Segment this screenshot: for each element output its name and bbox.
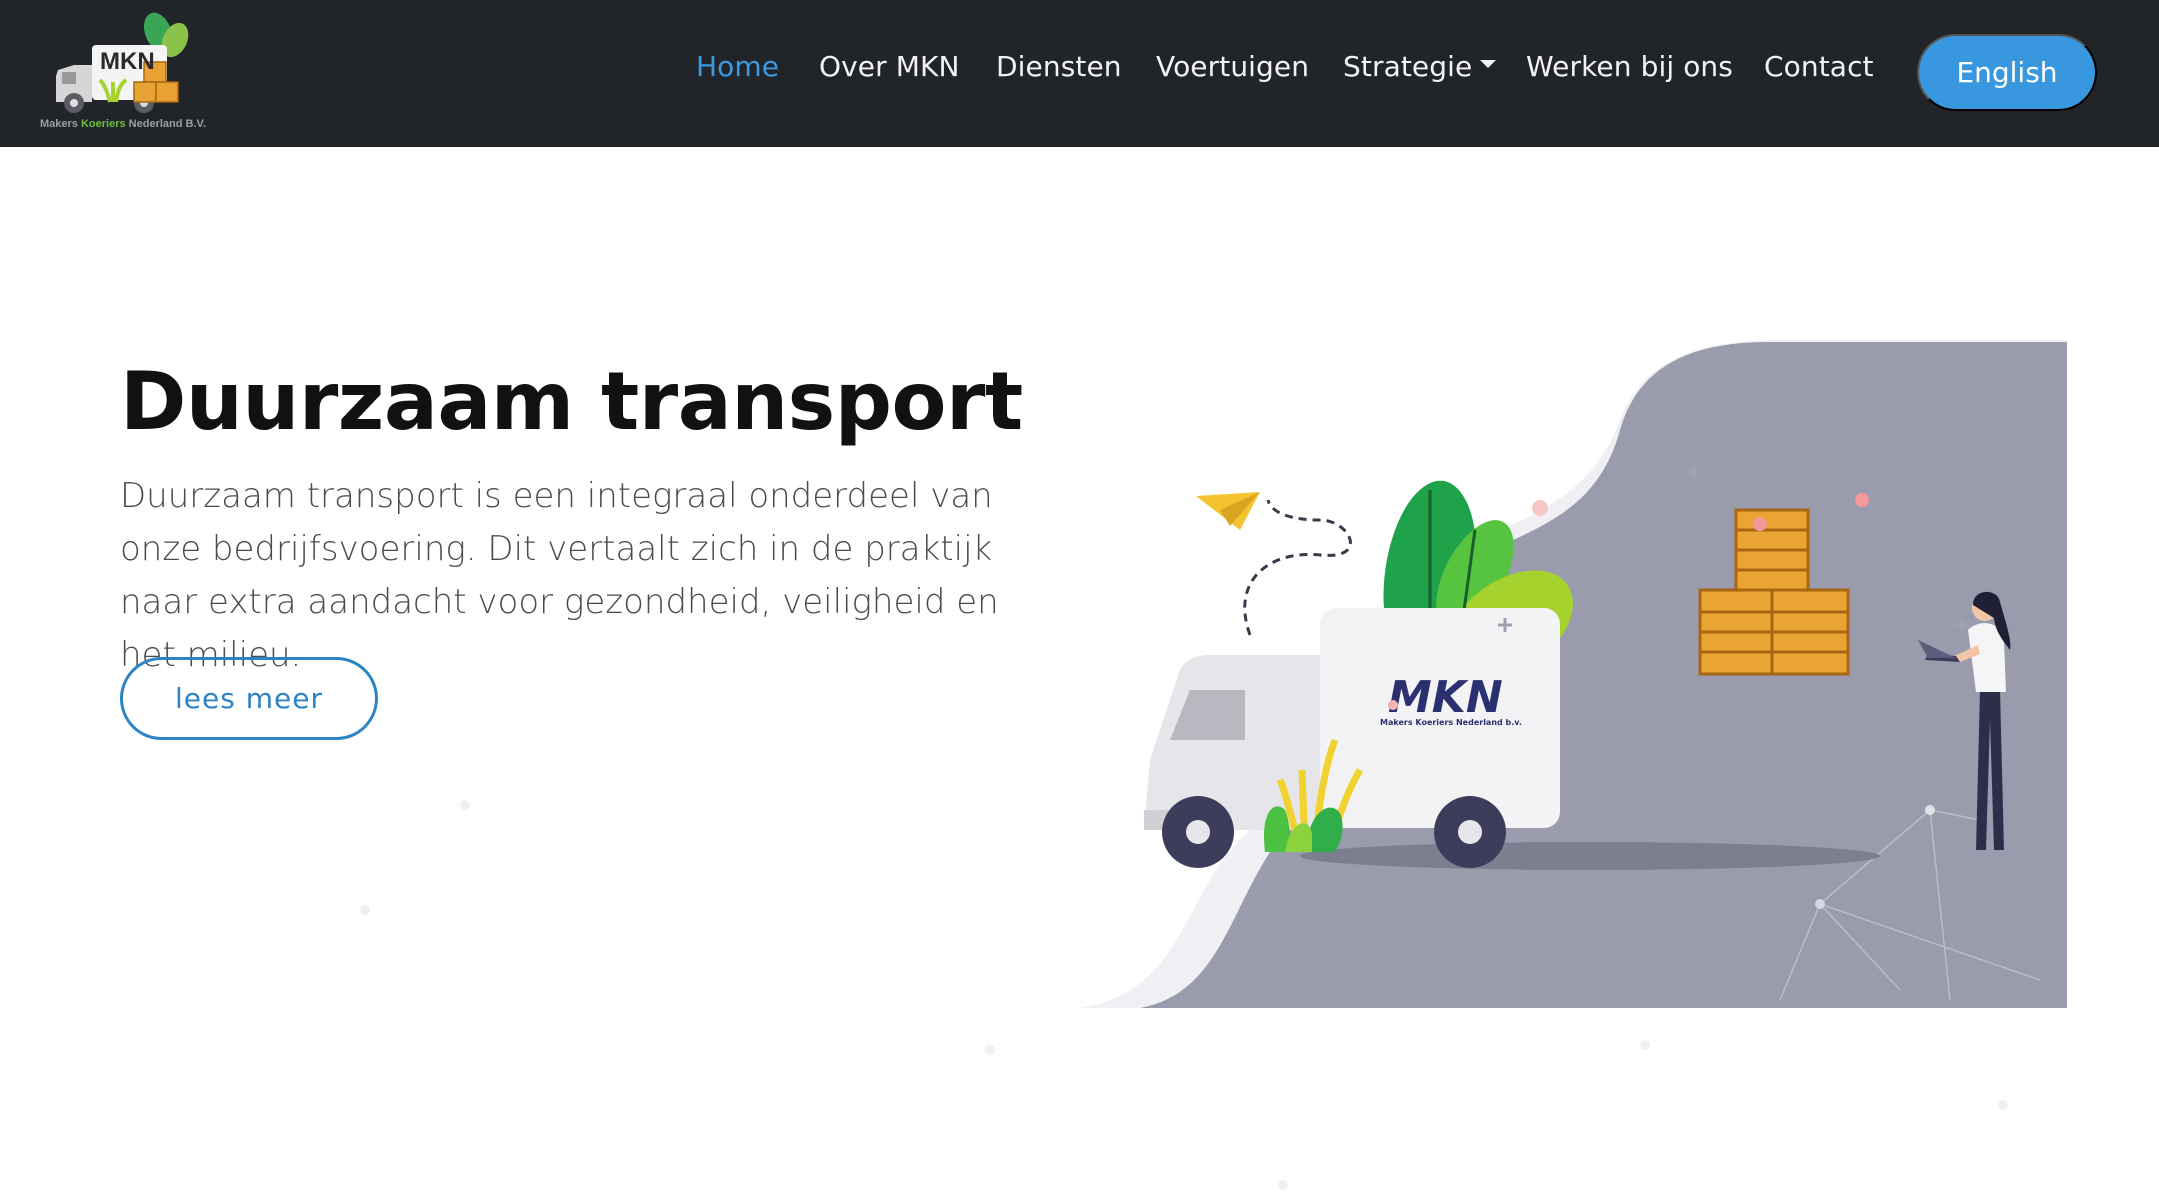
nav-item-strategie-label: Strategie: [1343, 50, 1473, 83]
nav-item-voertuigen[interactable]: Voertuigen: [1156, 50, 1309, 83]
decor-dot: [1998, 1100, 2008, 1110]
decor-dot: [985, 1045, 995, 1055]
decor-dot: [360, 905, 370, 915]
hero-text: Duurzaam transport is een integraal onde…: [120, 476, 999, 675]
language-button[interactable]: English: [1917, 34, 2097, 111]
decor-dot: [460, 800, 470, 810]
logo-text: MKN: [100, 48, 155, 75]
decorative-marks-icon: [1388, 465, 1969, 710]
brand-logo[interactable]: MKN Makers Koeriers Nederland B.V.: [40, 10, 220, 135]
hero-title: Duurzaam transport: [120, 355, 1023, 448]
hero-illustration: MKN Makers Koeriers Nederland b.v.: [1080, 340, 2067, 1010]
nav-item-strategie[interactable]: Strategie: [1343, 50, 1497, 83]
caret-down-icon: [1480, 60, 1497, 68]
nav-item-contact[interactable]: Contact: [1764, 50, 1874, 83]
logo-caption: Makers Koeriers Nederland B.V.: [40, 118, 206, 130]
nav-item-diensten[interactable]: Diensten: [996, 50, 1122, 83]
decor-dot: [1278, 1180, 1288, 1190]
decor-dot: [1640, 1040, 1650, 1050]
site-header: MKN Makers Koeriers Nederland B.V. Home …: [0, 0, 2159, 147]
nav-item-home[interactable]: Home: [696, 50, 779, 83]
nav-item-over-mkn[interactable]: Over MKN: [819, 50, 960, 83]
nav-item-werken-bij-ons[interactable]: Werken bij ons: [1526, 50, 1733, 83]
lees-meer-button[interactable]: lees meer: [120, 657, 378, 740]
